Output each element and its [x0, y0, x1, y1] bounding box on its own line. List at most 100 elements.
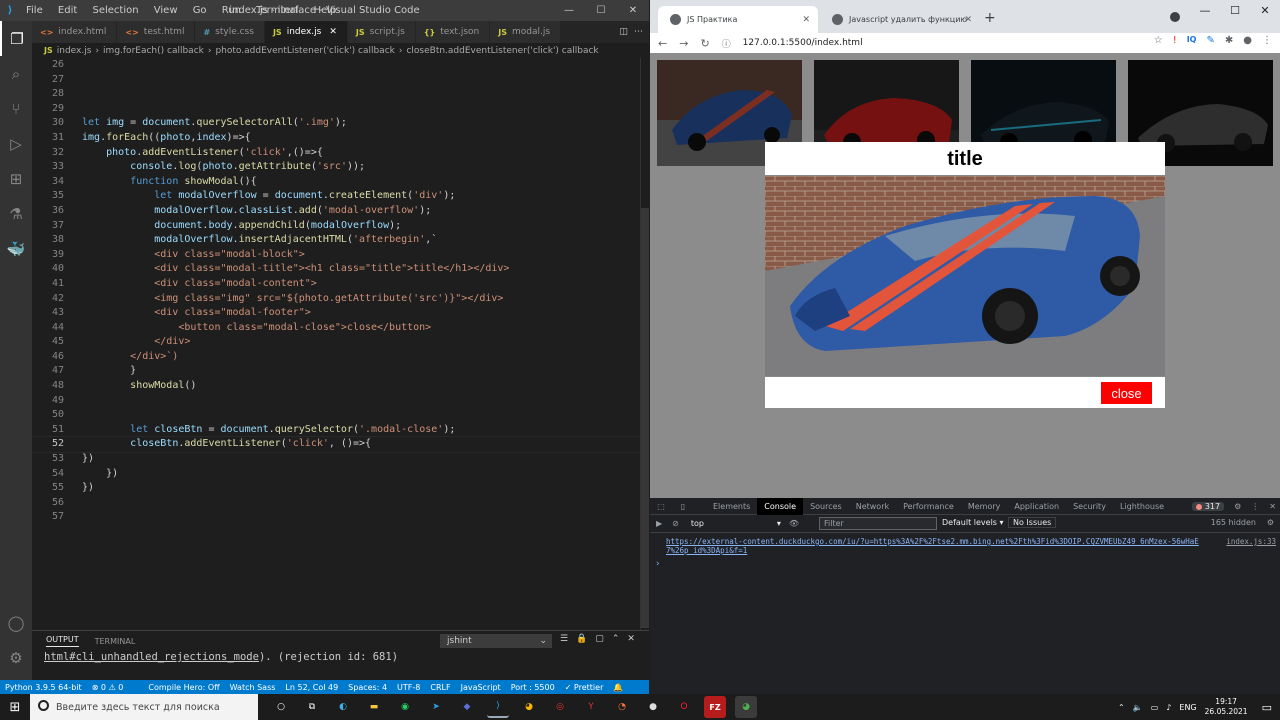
output-channel-select[interactable]: jshint ⌄	[440, 634, 552, 648]
github-icon[interactable]: ●	[642, 696, 664, 718]
code-line[interactable]: 29	[32, 102, 640, 117]
code-line[interactable]: 53})	[32, 452, 640, 467]
volume-icon[interactable]: 🔈	[1133, 703, 1143, 712]
windows-start-icon[interactable]: ⊞	[0, 700, 30, 715]
testing-icon[interactable]: ⚗	[0, 196, 32, 231]
profile-avatar-icon[interactable]: ●	[1243, 35, 1252, 46]
browser-tab[interactable]: Javascript удалить функцию ✕	[820, 6, 980, 33]
url-field[interactable]: 127.0.0.1:5500/index.html	[743, 38, 863, 48]
show-sidebar-icon[interactable]: ▶	[656, 519, 662, 528]
breadcrumb-item[interactable]: index.js	[57, 46, 92, 56]
firefox-icon[interactable]: ◔	[611, 696, 633, 718]
cortana-icon[interactable]: ○	[270, 696, 292, 718]
extension-icon[interactable]: IQ	[1187, 35, 1197, 46]
minimize-icon[interactable]: —	[1190, 4, 1220, 17]
tab-modal-js[interactable]: JS modal.js	[490, 21, 562, 43]
breadcrumb-item[interactable]: img.forEach() callback	[103, 46, 204, 56]
devtools-tab-sources[interactable]: Sources	[803, 498, 849, 515]
status-watch-sass[interactable]: Watch Sass	[230, 683, 276, 692]
tab-test-html[interactable]: <> test.html	[117, 21, 196, 43]
extension-icon[interactable]: ✎	[1206, 35, 1214, 46]
code-line[interactable]: 42 <img class="img" src="${photo.getAttr…	[32, 292, 640, 307]
status-prettier[interactable]: ✓ Prettier	[565, 683, 604, 692]
close-icon[interactable]: ✕	[1250, 4, 1280, 17]
code-line[interactable]: 48 showModal()	[32, 379, 640, 394]
tab-output[interactable]: OUTPUT	[46, 635, 79, 647]
language-indicator[interactable]: ENG	[1179, 703, 1196, 712]
code-line[interactable]: 36 modalOverflow.classList.add('modal-ov…	[32, 204, 640, 219]
device-toolbar-icon[interactable]: ▯	[672, 502, 694, 511]
maximize-panel-icon[interactable]: ⌃	[612, 634, 620, 644]
tab-style-css[interactable]: # style.css	[195, 21, 265, 43]
close-tab-icon[interactable]: ✕	[329, 27, 337, 37]
code-editor[interactable]: 26 27 28 29 30 let img = document.querySelect…	[32, 58, 640, 630]
modal-close-button[interactable]: close	[1101, 382, 1152, 404]
menu-file[interactable]: File	[26, 5, 43, 16]
settings-gear-icon[interactable]: ⚙	[0, 640, 32, 675]
search-icon[interactable]: ⌕	[0, 56, 32, 91]
code-line[interactable]: 38 modalOverflow.insertAdjacentHTML('aft…	[32, 233, 640, 248]
account-icon[interactable]: ◯	[0, 605, 32, 640]
code-line[interactable]: 31 img.forEach((photo,index)=>{	[32, 131, 640, 146]
chrome-icon[interactable]: ◕	[735, 696, 757, 718]
breadcrumb-item[interactable]: closeBtn.addEventListener('click') callb…	[406, 46, 598, 56]
code-line[interactable]: 56	[32, 496, 640, 511]
close-devtools-icon[interactable]: ✕	[1269, 502, 1276, 511]
back-icon[interactable]: ←	[658, 37, 667, 50]
code-line[interactable]: 35 let modalOverflow = document.createEl…	[32, 189, 640, 204]
console-filter-input[interactable]: Filter	[819, 517, 937, 530]
code-line[interactable]: 54 })	[32, 467, 640, 482]
notifications-icon[interactable]: ▭	[1262, 701, 1272, 714]
close-tab-icon[interactable]: ✕	[802, 15, 810, 25]
tab-text-json[interactable]: {} text.json	[415, 21, 491, 43]
context-select[interactable]: top ▾	[691, 519, 781, 528]
tab-index-html[interactable]: <> index.html	[32, 21, 118, 43]
status-compile-hero[interactable]: Compile Hero: Off	[148, 683, 219, 692]
extensions-icon[interactable]: ⊞	[0, 161, 32, 196]
status-indent[interactable]: Spaces: 4	[348, 683, 387, 692]
log-levels-select[interactable]: Default levels ▾	[942, 518, 1004, 527]
telegram-icon[interactable]: ➤	[425, 696, 447, 718]
code-line[interactable]: 41 <div class="modal-content">	[32, 277, 640, 292]
code-line[interactable]: 43 <div class="modal-footer">	[32, 306, 640, 321]
status-cursor-position[interactable]: Ln 52, Col 49	[285, 683, 338, 692]
docker-icon[interactable]: 🐳	[0, 231, 32, 266]
close-icon[interactable]: ✕	[617, 0, 649, 21]
edge-icon[interactable]: ◐	[332, 696, 354, 718]
error-count-badge[interactable]: 317	[1191, 502, 1225, 511]
code-line[interactable]: 27	[32, 73, 640, 88]
vscode-taskbar-icon[interactable]: ⟩	[487, 696, 509, 718]
close-panel-icon[interactable]: ✕	[627, 634, 635, 644]
status-encoding[interactable]: UTF-8	[397, 683, 420, 692]
code-line[interactable]: 28	[32, 87, 640, 102]
tab-index-js[interactable]: JS index.js ✕	[264, 21, 348, 43]
code-line[interactable]: 49	[32, 394, 640, 409]
code-line[interactable]: 55})	[32, 481, 640, 496]
code-line[interactable]: 50	[32, 408, 640, 423]
status-language[interactable]: JavaScript	[461, 683, 501, 692]
menu-terminal[interactable]: Terminal	[256, 5, 298, 16]
maximize-icon[interactable]: ☐	[1220, 4, 1250, 17]
source-control-icon[interactable]: ⑂	[0, 91, 32, 126]
clear-console-icon[interactable]: ⊘	[672, 519, 679, 528]
devtools-tab-performance[interactable]: Performance	[896, 498, 961, 515]
output-link[interactable]: html#cli_unhandled_rejections_mode	[44, 651, 259, 663]
show-hidden-icons-icon[interactable]: ⌃	[1118, 703, 1125, 712]
lock-icon[interactable]: 🔒	[576, 634, 587, 644]
status-problems[interactable]: ⊗ 0 ⚠ 0	[92, 683, 124, 692]
console-source-link[interactable]: index.js:33	[1226, 537, 1276, 546]
code-line[interactable]: 34 function showModal(){	[32, 175, 640, 190]
code-line[interactable]: 44 <button class="modal-close">close</bu…	[32, 321, 640, 336]
devtools-tab-security[interactable]: Security	[1066, 498, 1113, 515]
code-line[interactable]: 37 document.body.appendChild(modalOverfl…	[32, 219, 640, 234]
opera-icon[interactable]: O	[673, 696, 695, 718]
code-line[interactable]: 39 <div class="modal-block">	[32, 248, 640, 263]
new-tab-icon[interactable]: +	[984, 10, 996, 26]
reload-icon[interactable]: ↻	[700, 37, 709, 50]
task-view-icon[interactable]: ⧉	[301, 696, 323, 718]
yandex-icon[interactable]: Y	[580, 696, 602, 718]
devtools-tab-network[interactable]: Network	[849, 498, 896, 515]
menu-selection[interactable]: Selection	[92, 5, 138, 16]
issues-button[interactable]: No Issues	[1008, 517, 1057, 528]
whatsapp-icon[interactable]: ◉	[394, 696, 416, 718]
